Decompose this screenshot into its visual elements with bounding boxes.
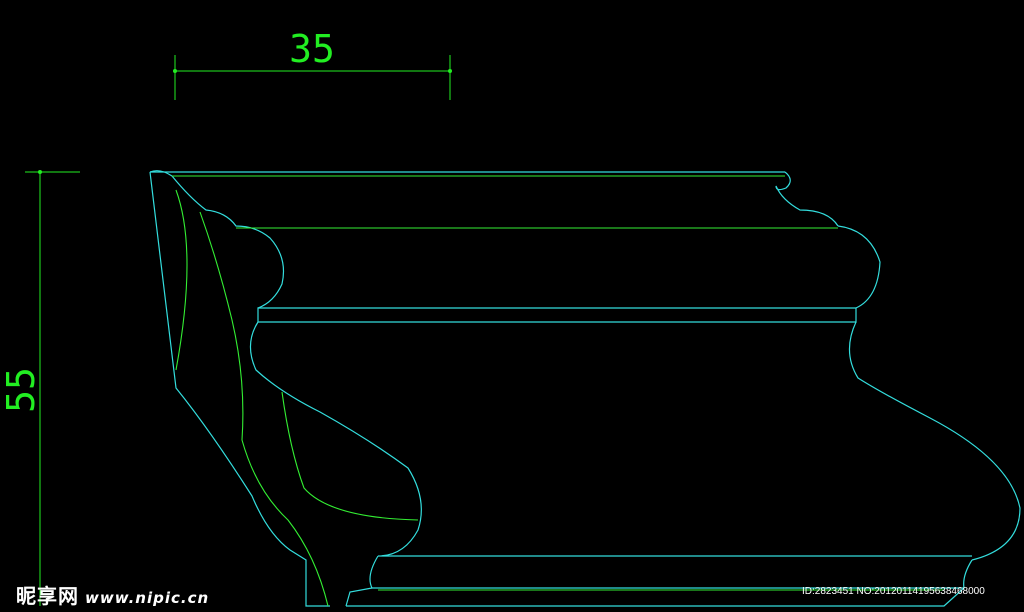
outline-left-nose bbox=[149, 170, 285, 309]
dimension-tick-right bbox=[448, 69, 452, 73]
watermark-site: www.nipic.cn bbox=[85, 589, 210, 607]
inner-curve-a bbox=[175, 189, 188, 371]
outline-right-base bbox=[346, 559, 973, 607]
cad-drawing-canvas: 35 55 昵享网 www.nipic.cn ID:2823451 NO:201… bbox=[0, 0, 1024, 612]
watermark-logo: 昵享网 www.nipic.cn bbox=[16, 580, 209, 609]
outline-fillet-band bbox=[257, 307, 857, 323]
outline-right-hook bbox=[775, 171, 839, 227]
dimension-tick-top bbox=[38, 170, 42, 174]
horizontal-dimension-text: 35 bbox=[289, 27, 335, 71]
molding-inner-lines bbox=[172, 175, 944, 607]
inner-curve-c bbox=[281, 391, 419, 521]
outline-left-edge bbox=[149, 171, 330, 607]
horizontal-dimension: 35 bbox=[173, 27, 452, 100]
outline-left-ogee bbox=[249, 321, 972, 557]
vertical-dimension: 55 bbox=[0, 170, 80, 606]
outline-bottom-inner bbox=[369, 555, 964, 589]
inner-curve-b bbox=[199, 211, 329, 607]
molding-profile-drawing: 35 55 bbox=[0, 27, 1021, 607]
molding-outline bbox=[149, 170, 1021, 607]
outline-right-cove bbox=[848, 321, 1021, 561]
dimension-tick-left bbox=[173, 69, 177, 73]
watermark-logo-text: 昵享网 bbox=[16, 584, 79, 608]
watermark-id: ID:2823451 NO:20120114195638468000 bbox=[802, 586, 985, 597]
outline-bottom-foot bbox=[345, 587, 373, 607]
vertical-dimension-text: 55 bbox=[0, 367, 43, 413]
outline-right-torus bbox=[837, 225, 881, 309]
